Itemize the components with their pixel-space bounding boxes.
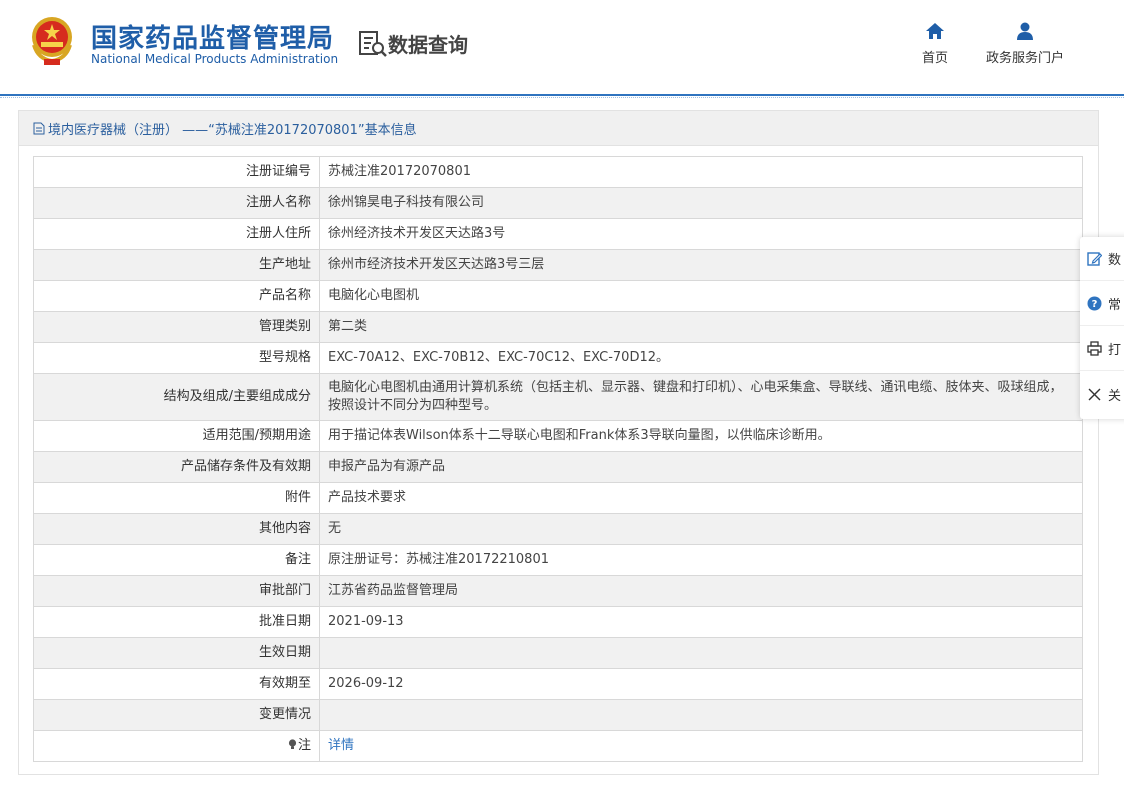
agency-name-en: National Medical Products Administration — [91, 52, 339, 66]
row-value: 无 — [319, 513, 1083, 545]
table-row: 产品储存条件及有效期 申报产品为有源产品 — [33, 451, 1083, 483]
row-label: 产品储存条件及有效期 — [33, 451, 320, 483]
site-header: 国家药品监督管理局 National Medical Products Admi… — [0, 0, 1124, 95]
row-value: 原注册证号：苏械注准20172210801 — [319, 544, 1083, 576]
row-label: 结构及组成/主要组成成分 — [33, 373, 320, 421]
print-icon — [1087, 341, 1102, 356]
row-value: 申报产品为有源产品 — [319, 451, 1083, 483]
sidebar-item-close[interactable]: 关 — [1080, 372, 1124, 416]
table-row: 生效日期 — [33, 637, 1083, 669]
row-value — [319, 637, 1083, 669]
row-value: 第二类 — [319, 311, 1083, 343]
row-label: 附件 — [33, 482, 320, 514]
row-label: 注 — [297, 738, 311, 753]
info-panel: 境内医疗器械（注册） ——“苏械注准20172070801”基本信息 注册证编号… — [18, 110, 1099, 775]
section-title: 数据查询 — [388, 33, 468, 57]
sidebar-item-faq[interactable]: ? 常 — [1080, 282, 1124, 326]
sidebar-item-label: 关 — [1108, 388, 1122, 404]
table-row: 审批部门 江苏省药品监督管理局 — [33, 575, 1083, 607]
row-value: 电脑化心电图机 — [319, 280, 1083, 312]
sidebar-item-label: 数 — [1108, 253, 1122, 268]
table-row: 注册人住所 徐州经济技术开发区天达路3号 — [33, 218, 1083, 250]
table-row: 批准日期 2021-09-13 — [33, 606, 1083, 638]
lightbulb-icon — [288, 739, 297, 749]
table-row: 结构及组成/主要组成成分 电脑化心电图机由通用计算机系统（包括主机、显示器、键盘和… — [33, 373, 1083, 421]
row-label: 其他内容 — [33, 513, 320, 545]
row-label: 适用范围/预期用途 — [33, 420, 320, 452]
row-value: 苏械注准20172070801 — [319, 156, 1083, 188]
row-value — [319, 699, 1083, 731]
row-label: 批准日期 — [33, 606, 320, 638]
nav-portal-label: 政务服务门户 — [985, 51, 1064, 66]
document-icon — [33, 122, 45, 134]
nav-home-link[interactable]: 首页 — [915, 20, 955, 66]
table-row: 生产地址 徐州市经济技术开发区天达路3号三层 — [33, 249, 1083, 281]
panel-title: 境内医疗器械（注册） ——“苏械注准20172070801”基本信息 — [48, 122, 417, 138]
user-icon — [1017, 22, 1033, 40]
row-value: 江苏省药品监督管理局 — [319, 575, 1083, 607]
svg-text:?: ? — [1092, 299, 1098, 310]
table-row: 附件 产品技术要求 — [33, 482, 1083, 514]
table-row: 注 详情 — [33, 730, 1083, 762]
row-value: 徐州市经济技术开发区天达路3号三层 — [319, 249, 1083, 281]
row-label: 管理类别 — [33, 311, 320, 343]
table-row: 备注 原注册证号：苏械注准20172210801 — [33, 544, 1083, 576]
header-dotted-divider — [0, 97, 1124, 99]
question-icon: ? — [1087, 296, 1102, 311]
sidebar-item-label: 常 — [1108, 298, 1122, 313]
panel-header: 境内医疗器械（注册） ——“苏械注准20172070801”基本信息 — [19, 111, 1098, 146]
agency-name-cn: 国家药品监督管理局 — [91, 24, 335, 54]
row-label: 注册人住所 — [33, 218, 320, 250]
row-label: 注册证编号 — [33, 156, 320, 188]
table-row: 产品名称 电脑化心电图机 — [33, 280, 1083, 312]
info-table: 注册证编号 苏械注准20172070801 注册人名称 徐州锦昊电子科技有限公司 注… — [33, 156, 1083, 762]
row-value: EXC-70A12、EXC-70B12、EXC-70C12、EXC-70D12。 — [319, 342, 1083, 374]
national-emblem-icon — [32, 17, 72, 65]
row-label: 变更情况 — [33, 699, 320, 731]
home-icon — [926, 23, 944, 39]
table-row: 注册人名称 徐州锦昊电子科技有限公司 — [33, 187, 1083, 219]
close-icon — [1088, 388, 1101, 400]
table-row: 其他内容无 — [33, 513, 1083, 545]
edit-icon — [1087, 252, 1102, 266]
nav-home-label: 首页 — [921, 51, 948, 66]
table-row: 适用范围/预期用途 用于描记体表Wilson体系十二导联心电图和Frank体系3导… — [33, 420, 1083, 452]
row-label: 有效期至 — [33, 668, 320, 700]
sidebar-item-print[interactable]: 打 — [1080, 327, 1124, 371]
row-label-note: 注 — [33, 730, 320, 762]
data-search-icon — [359, 31, 387, 57]
row-value: 徐州锦昊电子科技有限公司 — [319, 187, 1083, 219]
floating-toolbar: 数 ? 常 打 关 — [1080, 237, 1124, 419]
sidebar-item-data[interactable]: 数 — [1080, 237, 1124, 281]
row-label: 产品名称 — [33, 280, 320, 312]
table-row: 注册证编号 苏械注准20172070801 — [33, 156, 1083, 188]
row-label: 型号规格 — [33, 342, 320, 374]
row-label: 备注 — [33, 544, 320, 576]
row-value: 产品技术要求 — [319, 482, 1083, 514]
row-label: 注册人名称 — [33, 187, 320, 219]
details-link[interactable]: 详情 — [328, 738, 354, 753]
row-label: 生效日期 — [33, 637, 320, 669]
table-row: 型号规格 EXC-70A12、EXC-70B12、EXC-70C12、EXC-70… — [33, 342, 1083, 374]
sidebar-item-label: 打 — [1108, 343, 1122, 358]
row-value: 电脑化心电图机由通用计算机系统（包括主机、显示器、键盘和打印机）、心电采集盒、导… — [319, 373, 1083, 421]
row-value: 用于描记体表Wilson体系十二导联心电图和Frank体系3导联向量图，以供临床… — [319, 420, 1083, 452]
table-row: 变更情况 — [33, 699, 1083, 731]
nav-portal-link[interactable]: 政务服务门户 — [980, 20, 1070, 66]
header-divider — [0, 94, 1124, 96]
row-value: 详情 — [319, 730, 1083, 762]
row-value: 徐州经济技术开发区天达路3号 — [319, 218, 1083, 250]
table-row: 管理类别 第二类 — [33, 311, 1083, 343]
table-row: 有效期至 2026-09-12 — [33, 668, 1083, 700]
row-value: 2021-09-13 — [319, 606, 1083, 638]
row-label: 生产地址 — [33, 249, 320, 281]
row-label: 审批部门 — [33, 575, 320, 607]
row-value: 2026-09-12 — [319, 668, 1083, 700]
